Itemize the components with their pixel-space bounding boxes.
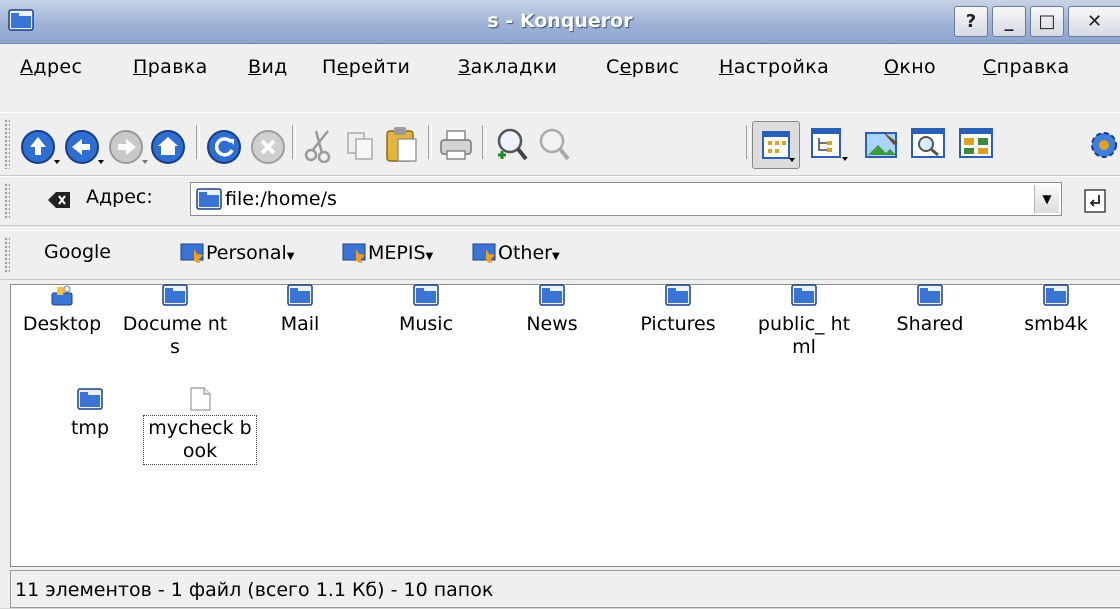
menu-item-5[interactable]: Сервис xyxy=(606,56,679,78)
folder-icon xyxy=(665,284,691,306)
menu-bar: Адрес Правка Вид Перейти Закладки Сервис Настр… xyxy=(0,44,1120,90)
file-label: Pictures xyxy=(640,313,716,335)
multicolumn-view-icon[interactable] xyxy=(958,127,998,163)
file-item[interactable]: News xyxy=(497,283,607,336)
menu-item-4[interactable]: Закладки xyxy=(458,56,557,78)
address-toolbar: Адрес: file:/home/s ▼ xyxy=(0,176,1120,226)
bookmark-toolbar-grip[interactable] xyxy=(4,237,10,273)
file-item[interactable]: Shared xyxy=(875,283,985,336)
file-view[interactable]: Desktop Docume nts Mail Music News Pictures pu… xyxy=(10,284,1120,567)
file-item[interactable]: tmp xyxy=(35,387,145,440)
file-item[interactable]: smb4k xyxy=(1001,283,1111,336)
tree-view-icon[interactable] xyxy=(810,127,850,167)
minimize-button[interactable]: _ xyxy=(992,6,1026,37)
back-arrow-icon[interactable] xyxy=(64,129,104,167)
bookmark-folder-icon xyxy=(342,243,366,264)
file-label: smb4k xyxy=(1024,313,1088,335)
image-view-icon[interactable] xyxy=(862,127,902,163)
file-label: mycheck book xyxy=(143,415,257,465)
address-input[interactable]: file:/home/s ▼ xyxy=(190,182,1062,216)
file-item[interactable]: Desktop xyxy=(7,283,117,336)
desktop-icon xyxy=(51,285,73,306)
paste-icon[interactable] xyxy=(384,125,420,165)
file-item[interactable]: Pictures xyxy=(623,283,733,336)
file-label: Music xyxy=(398,313,454,335)
bookmark-google[interactable]: Google xyxy=(44,241,111,263)
address-value: file:/home/s xyxy=(225,188,337,210)
print-icon[interactable] xyxy=(438,127,474,163)
file-item[interactable]: Mail xyxy=(245,283,355,336)
file-icon xyxy=(190,387,211,411)
main-toolbar xyxy=(0,112,1120,176)
file-item[interactable]: Docume nts xyxy=(120,283,230,359)
folder-icon xyxy=(196,188,222,210)
folder-icon xyxy=(917,284,943,306)
menu-item-1[interactable]: Правка xyxy=(133,56,208,78)
window-title: s - Konqueror xyxy=(487,10,633,32)
cut-icon[interactable] xyxy=(302,127,336,163)
icon-view-toggle[interactable] xyxy=(752,121,800,169)
folder-icon xyxy=(77,388,103,410)
folder-icon xyxy=(162,284,188,306)
file-item[interactable]: public_ html xyxy=(749,283,859,359)
konqueror-window: s - Konqueror ? _ □ ✕ Адрес Правка Вид Пере… xyxy=(0,0,1120,608)
menu-item-3[interactable]: Перейти xyxy=(322,56,410,78)
bookmark-folder-icon xyxy=(180,243,204,264)
menu-item-6[interactable]: Настройка xyxy=(719,56,829,78)
help-button[interactable]: ? xyxy=(954,6,988,37)
bookmark-folder-mepis[interactable]: MEPIS▼ xyxy=(342,241,433,264)
toolbar-grip[interactable] xyxy=(4,119,10,169)
file-label: tmp xyxy=(70,417,110,439)
folder-icon xyxy=(287,284,313,306)
go-icon[interactable] xyxy=(1082,187,1110,215)
status-text: 11 элементов - 1 файл (всего 1.1 Кб) - 1… xyxy=(10,570,1120,608)
bookmark-folder-personal[interactable]: Personal▼ xyxy=(180,241,294,264)
close-button[interactable]: ✕ xyxy=(1068,6,1120,37)
forward-arrow-icon[interactable] xyxy=(108,129,148,167)
clear-address-icon[interactable] xyxy=(46,190,72,210)
folder-icon xyxy=(1043,284,1069,306)
bookmark-toolbar: Google Personal▼ MEPIS▼ Other▼ xyxy=(0,230,1120,280)
address-dropdown-button[interactable]: ▼ xyxy=(1034,185,1059,213)
file-label: News xyxy=(526,313,578,335)
zoom-out-icon[interactable] xyxy=(534,125,572,165)
file-item[interactable]: Music xyxy=(371,283,481,336)
maximize-button[interactable]: □ xyxy=(1030,6,1064,37)
menu-item-2[interactable]: Вид xyxy=(248,56,288,78)
file-label: Shared xyxy=(896,313,964,335)
address-toolbar-grip[interactable] xyxy=(4,183,10,219)
bookmark-folder-other[interactable]: Other▼ xyxy=(472,241,560,264)
file-item[interactable]: mycheck book xyxy=(143,387,257,465)
up-arrow-icon[interactable] xyxy=(20,129,60,167)
copy-icon[interactable] xyxy=(344,127,378,163)
stop-icon[interactable] xyxy=(250,129,286,165)
title-bar[interactable]: s - Konqueror ? _ □ ✕ xyxy=(0,0,1120,44)
folder-icon xyxy=(413,284,439,306)
folder-icon xyxy=(539,284,565,306)
reload-icon[interactable] xyxy=(206,129,242,165)
menu-item-8[interactable]: Справка xyxy=(983,56,1070,78)
gear-icon[interactable] xyxy=(1086,127,1120,163)
file-label: public_ html xyxy=(757,313,851,358)
menu-item-7[interactable]: Окно xyxy=(884,56,936,78)
preview-icon[interactable] xyxy=(910,127,950,163)
home-icon[interactable] xyxy=(150,129,186,165)
zoom-in-icon[interactable] xyxy=(492,125,530,165)
file-label: Desktop xyxy=(22,313,102,335)
file-label: Docume nts xyxy=(122,313,228,358)
icon-view-icon xyxy=(762,131,795,162)
address-label: Адрес: xyxy=(86,186,153,208)
file-label: Mail xyxy=(280,313,320,335)
bookmark-folder-icon xyxy=(472,243,496,264)
status-bar: 11 элементов - 1 файл (всего 1.1 Кб) - 1… xyxy=(10,570,1120,608)
folder-icon xyxy=(791,284,817,306)
menu-item-0[interactable]: Адрес xyxy=(20,56,82,78)
